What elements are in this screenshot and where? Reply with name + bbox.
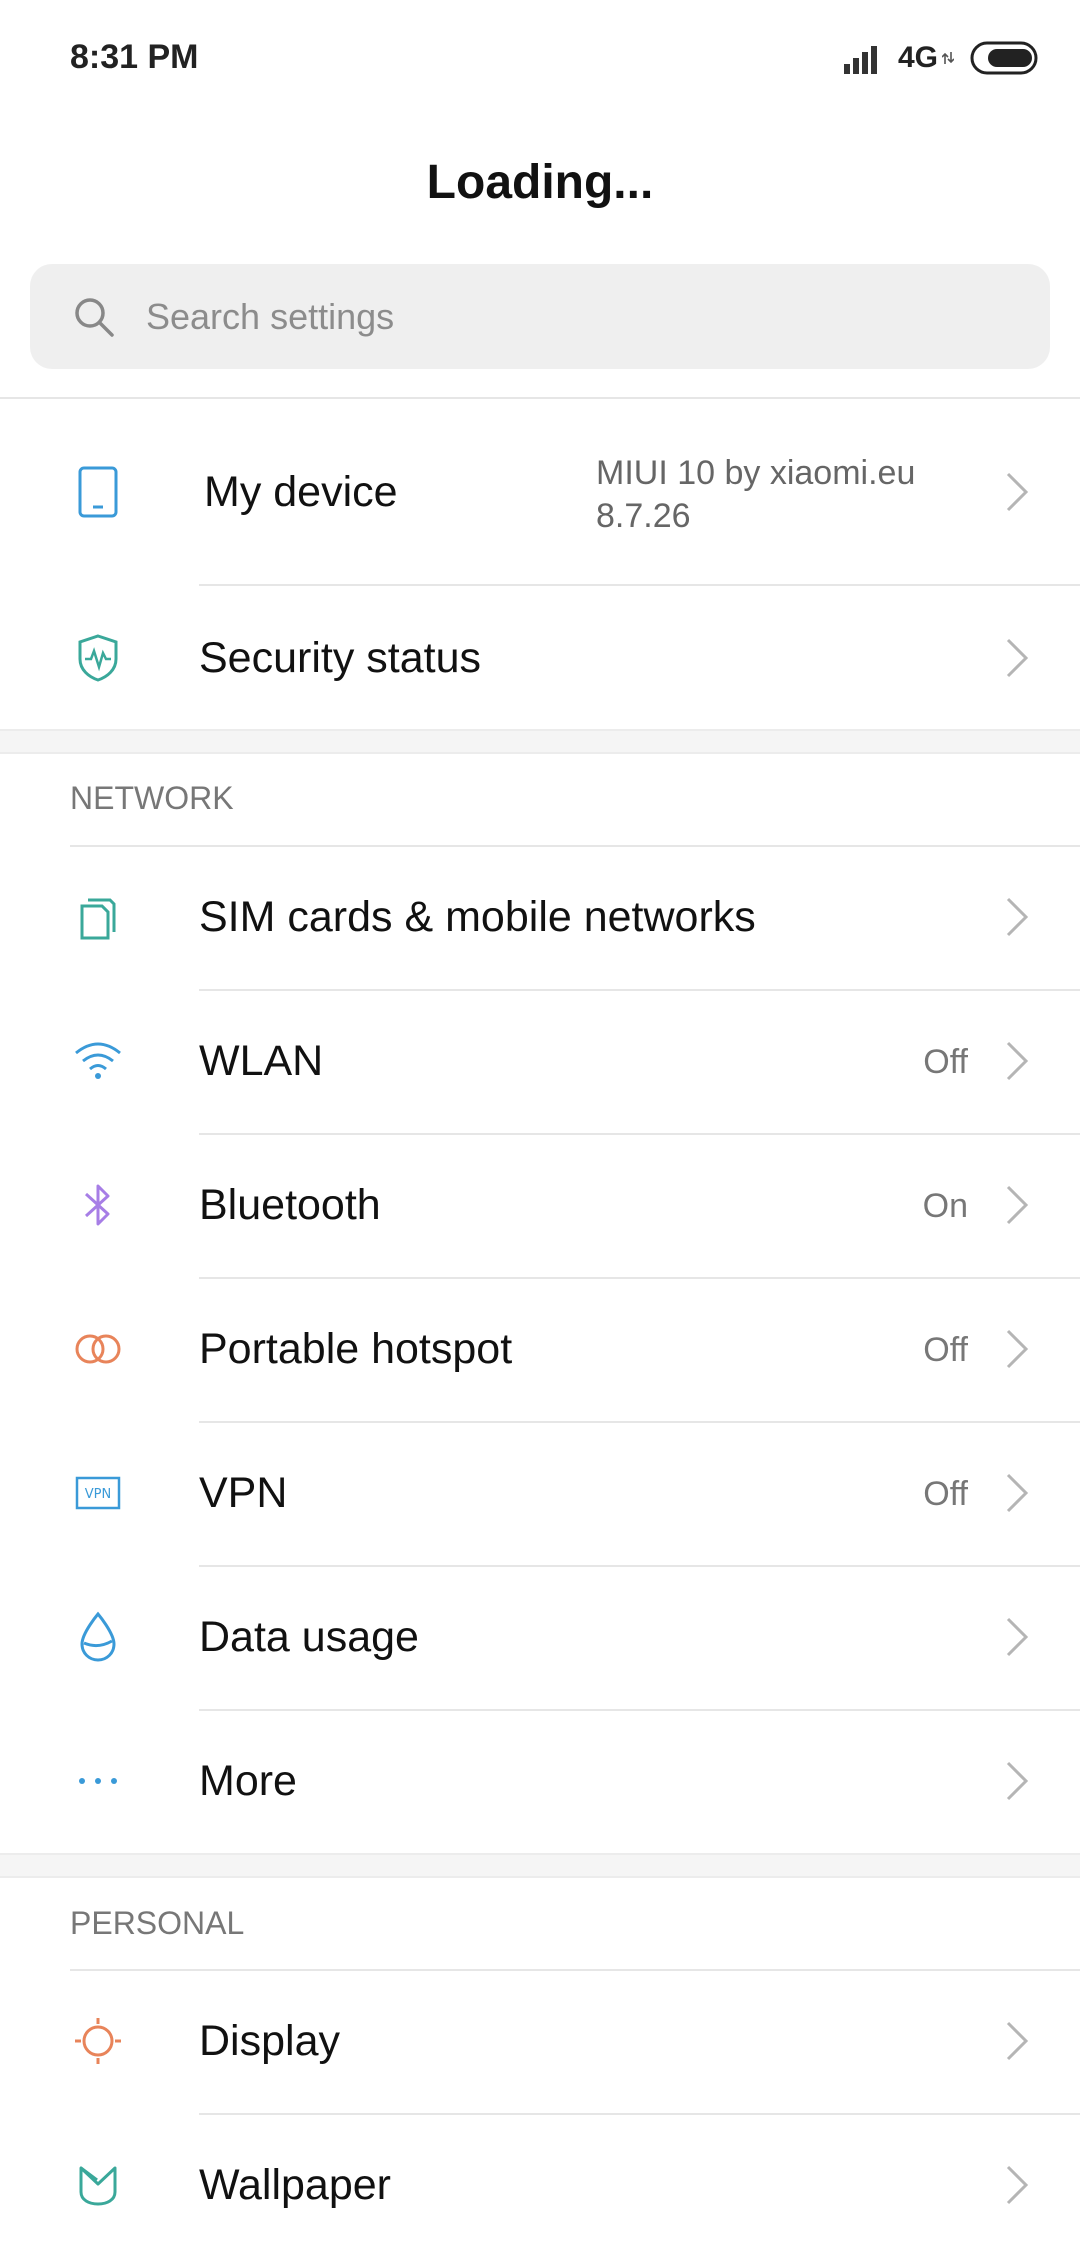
section-gap [0,729,1080,754]
section-gap [0,1853,1080,1878]
shield-icon [70,630,126,686]
status-time: 8:31 PM [70,38,199,76]
hotspot-icon [70,1321,126,1377]
chevron-right-icon [1006,1473,1029,1513]
search-input[interactable]: Search settings [146,296,394,338]
search-icon [75,297,114,337]
vpn-status: Off [923,1475,968,1513]
sun-icon [70,2013,126,2069]
network-type: 4G [897,41,938,74]
security-status-label: Security status [199,634,481,682]
wifi-icon [70,1033,126,1089]
row-portable-hotspot[interactable]: Portable hotspot Off [0,1279,1080,1421]
chevron-right-icon [1006,1617,1029,1657]
wlan-status: Off [923,1043,968,1081]
vpn-label: VPN [199,1469,288,1517]
battery-icon [970,41,1038,75]
row-display[interactable]: Display [0,1971,1080,2113]
status-indicators: 4G [843,38,1040,78]
wallpaper-label: Wallpaper [199,2161,391,2209]
row-security-status[interactable]: Security status [0,586,1080,730]
data-arrows-icon [942,52,954,64]
wallpaper-icon [70,2157,126,2213]
row-sim-cards[interactable]: SIM cards & mobile networks [0,847,1080,989]
sim-cards-label: SIM cards & mobile networks [199,893,756,941]
chevron-right-icon [1006,2021,1029,2061]
vpn-icon-text: VPN [85,1487,111,1502]
more-dots-icon [70,1753,126,1809]
data-drop-icon [70,1609,126,1665]
phone-icon [70,464,126,520]
chevron-right-icon [1006,1041,1029,1081]
display-label: Display [199,2017,340,2065]
chevron-right-icon [1006,1185,1029,1225]
data-usage-label: Data usage [199,1613,419,1661]
bluetooth-status: On [922,1187,968,1225]
page-title: Loading... [426,156,654,209]
chevron-right-icon [1006,1761,1029,1801]
chevron-right-icon [1006,1329,1029,1369]
signal-icon [843,46,877,74]
row-more[interactable]: More [0,1711,1080,1853]
chevron-right-icon [1006,2165,1029,2205]
bluetooth-icon [70,1177,126,1233]
my-device-label: My device [204,468,398,516]
row-my-device[interactable]: My device [0,400,1080,584]
chevron-right-icon [1006,638,1029,678]
section-heading-network: NETWORK [70,780,234,816]
more-label: More [199,1757,297,1805]
search-bar[interactable]: Search settings [30,264,1050,369]
section-heading-personal: PERSONAL [70,1905,245,1941]
my-device-version-line2: 8.7.26 [596,497,691,535]
sim-icon [70,889,126,945]
divider [0,397,1080,399]
row-data-usage[interactable]: Data usage [0,1567,1080,1709]
my-device-version-line1: MIUI 10 by xiaomi.eu [596,454,916,492]
portable-hotspot-status: Off [923,1331,968,1369]
row-bluetooth[interactable]: Bluetooth On [0,1135,1080,1277]
vpn-icon: VPN [70,1465,126,1521]
bluetooth-label: Bluetooth [199,1181,381,1229]
chevron-right-icon [1006,472,1029,512]
wlan-label: WLAN [199,1037,324,1085]
chevron-right-icon [1006,897,1029,937]
portable-hotspot-label: Portable hotspot [199,1325,513,1373]
status-bar: 8:31 PM 4G [0,0,1080,120]
row-wlan[interactable]: WLAN Off [0,991,1080,1133]
row-wallpaper[interactable]: Wallpaper [0,2115,1080,2244]
my-device-version: MIUI 10 by xiaomi.eu 8.7.26 [596,452,915,538]
row-vpn[interactable]: VPN VPN Off [0,1423,1080,1565]
